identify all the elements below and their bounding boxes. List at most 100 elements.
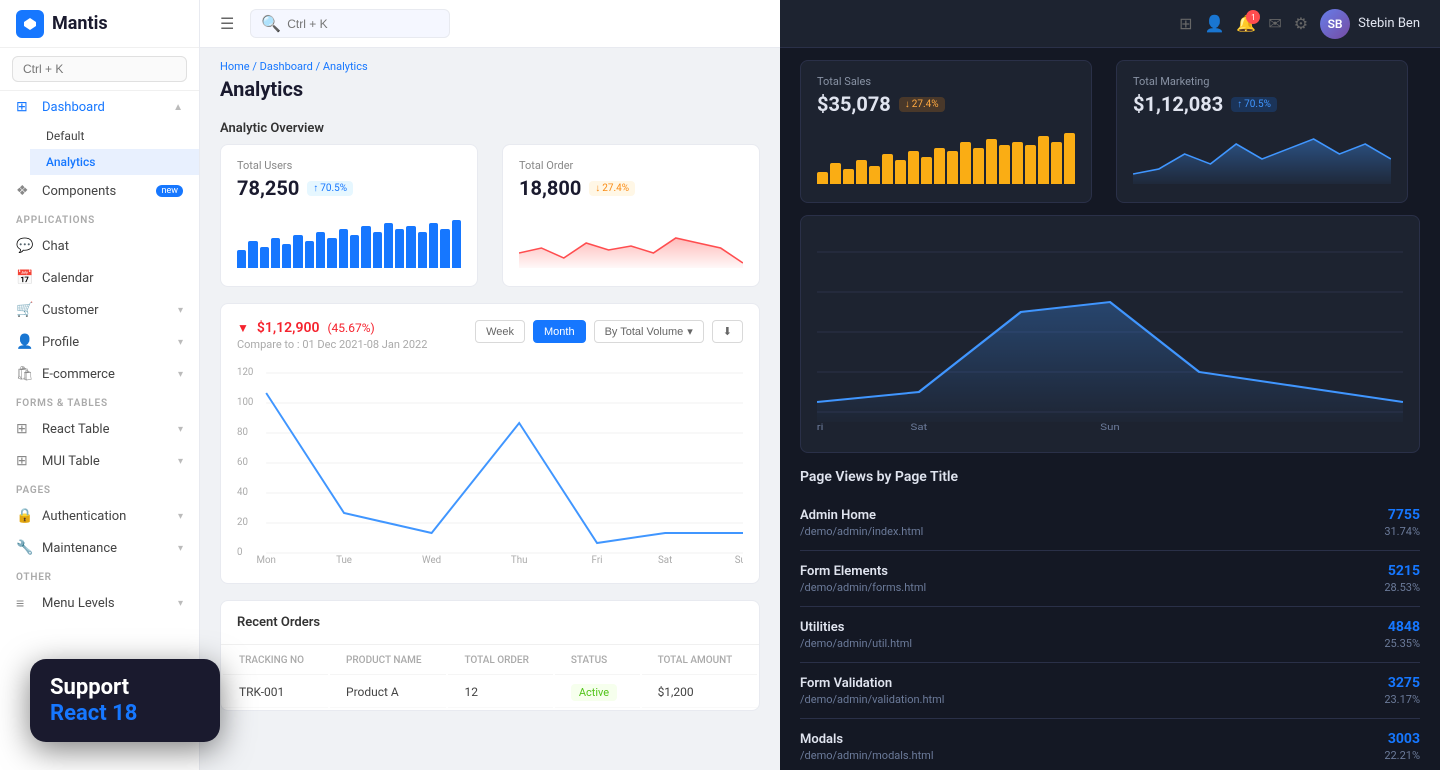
stat-label-sales: Total Sales bbox=[817, 75, 1075, 88]
components-icon: ❖ bbox=[16, 183, 32, 199]
marketing-pct: 70.5% bbox=[1244, 99, 1271, 110]
download-button[interactable]: ⬇ bbox=[712, 320, 743, 343]
users-pct: 70.5% bbox=[320, 183, 347, 194]
order-badge: ↓ 27.4% bbox=[589, 181, 635, 196]
user-avatar-wrap[interactable]: SB Stebin Ben bbox=[1320, 9, 1420, 39]
dark-line-card: Fri Sat Sun bbox=[800, 215, 1420, 453]
sidebar-item-customer[interactable]: 🛒 Customer ▾ bbox=[0, 294, 199, 326]
sidebar-item-profile[interactable]: 👤 Profile ▾ bbox=[0, 326, 199, 358]
up-arrow-icon: ↑ bbox=[313, 183, 318, 194]
default-label: Default bbox=[46, 129, 183, 143]
down-arrow-icon: ↓ bbox=[595, 183, 600, 194]
search-icon: 🔍 bbox=[261, 14, 281, 33]
ecommerce-label: E-commerce bbox=[42, 367, 168, 382]
breadcrumb-dashboard[interactable]: Dashboard bbox=[260, 60, 313, 73]
pages-section-label: Pages bbox=[0, 477, 199, 500]
svg-text:Fri: Fri bbox=[817, 421, 823, 432]
sales-bar-chart bbox=[817, 124, 1075, 184]
income-line-chart: 120 100 80 60 40 20 0 bbox=[237, 363, 743, 563]
support-line1: Support bbox=[50, 675, 200, 701]
pv-right-1: 7755 31.74% bbox=[1384, 507, 1420, 538]
sidebar-item-chat[interactable]: 💬 Chat bbox=[0, 230, 199, 262]
dashboard-submenu: Default Analytics bbox=[0, 123, 199, 175]
cell-status: Active bbox=[555, 677, 640, 708]
cell-amount: $1,200 bbox=[642, 677, 757, 708]
notification-icon[interactable]: 🔔 1 bbox=[1236, 14, 1256, 33]
week-button[interactable]: Week bbox=[475, 320, 525, 343]
cell-order: 12 bbox=[448, 677, 552, 708]
other-section-label: Other bbox=[0, 564, 199, 587]
support-badge[interactable]: Support React 18 bbox=[30, 659, 220, 742]
col-total-amount: TOTAL AMOUNT bbox=[642, 647, 757, 675]
apps-icon[interactable]: ⊞ bbox=[1179, 14, 1192, 33]
pv-count-3: 4848 bbox=[1384, 619, 1420, 635]
page-title: Analytics bbox=[220, 77, 760, 101]
logo-icon bbox=[16, 10, 44, 38]
apps-section-label: Applications bbox=[0, 207, 199, 230]
sales-pct: 27.4% bbox=[912, 99, 939, 110]
sidebar-item-dashboard[interactable]: ⊞ Dashboard ▲ bbox=[0, 91, 199, 123]
sidebar-search-wrap bbox=[0, 48, 199, 91]
orders-table: TRACKING NO PRODUCT NAME TOTAL ORDER STA… bbox=[221, 645, 759, 710]
order-pct: 27.4% bbox=[602, 183, 629, 194]
topbar-search-box[interactable]: 🔍 bbox=[250, 9, 450, 38]
sidebar-item-maintenance[interactable]: 🔧 Maintenance ▾ bbox=[0, 532, 199, 564]
pv-item-5: Modals /demo/admin/modals.html 3003 22.2… bbox=[800, 719, 1420, 770]
income-section: ▼ $1,12,900 (45.67%) Compare to : 01 Dec… bbox=[200, 303, 780, 600]
income-header: ▼ $1,12,900 (45.67%) Compare to : 01 Dec… bbox=[237, 320, 743, 351]
income-arrow: ▼ bbox=[237, 321, 249, 335]
svg-text:Sun: Sun bbox=[1100, 421, 1119, 432]
sidebar-item-analytics[interactable]: Analytics bbox=[30, 149, 199, 175]
chevron-down-icon: ▾ bbox=[178, 305, 183, 316]
stat-label-order: Total Order bbox=[519, 159, 743, 172]
person-icon[interactable]: 👤 bbox=[1205, 14, 1225, 33]
sidebar-item-mui-table[interactable]: ⊞ MUI Table ▾ bbox=[0, 445, 199, 477]
sidebar-item-ecommerce[interactable]: 🛍 E-commerce ▾ bbox=[0, 358, 199, 390]
pv-left-5: Modals /demo/admin/modals.html bbox=[800, 732, 934, 762]
pv-count-4: 3275 bbox=[1384, 675, 1420, 691]
svg-text:80: 80 bbox=[237, 427, 248, 438]
sidebar-item-menu-levels[interactable]: ≡ Menu Levels ▾ bbox=[0, 587, 199, 620]
chevron-up-icon: ▲ bbox=[173, 102, 183, 113]
menu-levels-icon: ≡ bbox=[16, 595, 32, 612]
sidebar-search-input[interactable] bbox=[12, 56, 187, 82]
page-views-list: Admin Home /demo/admin/index.html 7755 3… bbox=[800, 495, 1420, 770]
pv-url-5: /demo/admin/modals.html bbox=[800, 749, 934, 762]
pv-pct-3: 25.35% bbox=[1384, 637, 1420, 650]
sidebar-item-authentication[interactable]: 🔒 Authentication ▾ bbox=[0, 500, 199, 532]
sidebar-item-components[interactable]: ❖ Components new bbox=[0, 175, 199, 207]
stat-value-order: 18,800 bbox=[519, 176, 581, 200]
settings-icon[interactable]: ⚙ bbox=[1294, 14, 1308, 33]
auth-label: Authentication bbox=[42, 509, 168, 524]
auth-icon: 🔒 bbox=[16, 508, 32, 524]
sidebar-item-react-table[interactable]: ⊞ React Table ▾ bbox=[0, 413, 199, 445]
page-header: Home / Dashboard / Analytics Analytics bbox=[200, 48, 780, 109]
mui-table-icon: ⊞ bbox=[16, 453, 32, 469]
svg-text:Fri: Fri bbox=[592, 555, 603, 563]
month-button[interactable]: Month bbox=[533, 320, 586, 343]
volume-select[interactable]: By Total Volume ▾ bbox=[594, 320, 704, 343]
light-stat-cards: Total Users 78,250 ↑ 70.5% Total Order 1… bbox=[200, 144, 780, 303]
stat-card-order: Total Order 18,800 ↓ 27.4% bbox=[502, 144, 760, 287]
svg-text:0: 0 bbox=[237, 547, 242, 558]
pv-url-2: /demo/admin/forms.html bbox=[800, 581, 926, 594]
hamburger-icon[interactable]: ☰ bbox=[220, 14, 234, 33]
cell-product: Product A bbox=[330, 677, 446, 708]
pv-title-5: Modals bbox=[800, 732, 934, 747]
sidebar-item-calendar[interactable]: 📅 Calendar bbox=[0, 262, 199, 294]
dashboard-icon: ⊞ bbox=[16, 99, 32, 115]
components-label: Components bbox=[42, 184, 146, 199]
chevron-down-icon5: ▾ bbox=[178, 456, 183, 467]
topbar-search-input[interactable] bbox=[287, 17, 439, 31]
order-area-chart bbox=[519, 208, 743, 268]
pv-url-3: /demo/admin/util.html bbox=[800, 637, 912, 650]
svg-text:Sun: Sun bbox=[735, 555, 743, 563]
income-pct: (45.67%) bbox=[327, 321, 374, 335]
mail-icon[interactable]: ✉ bbox=[1268, 14, 1281, 33]
sidebar-item-default[interactable]: Default bbox=[30, 123, 199, 149]
select-arrow: ▾ bbox=[687, 325, 693, 338]
volume-label: By Total Volume bbox=[605, 326, 684, 338]
calendar-icon: 📅 bbox=[16, 270, 32, 286]
cell-tracking: TRK-001 bbox=[223, 677, 328, 708]
breadcrumb-home[interactable]: Home bbox=[220, 60, 250, 73]
